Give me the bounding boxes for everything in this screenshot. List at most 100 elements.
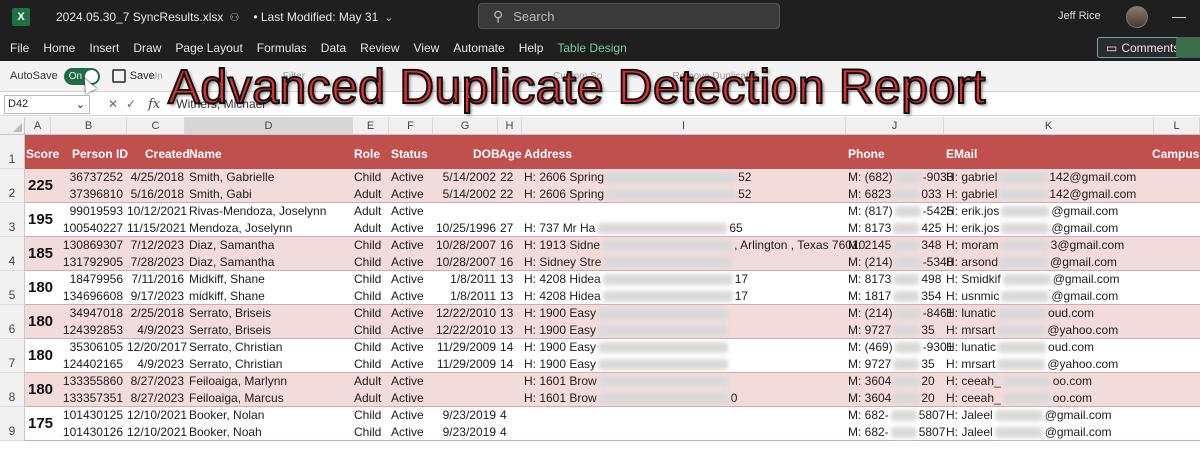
- search-input[interactable]: ⚲ Search: [478, 3, 780, 29]
- created-cell[interactable]: 7/12/2023: [127, 237, 184, 254]
- created-cell[interactable]: 10/12/2021: [127, 203, 187, 220]
- created-cell[interactable]: 5/16/2018: [127, 186, 184, 203]
- age-cell[interactable]: 14: [500, 339, 522, 356]
- score-cell[interactable]: 180: [28, 381, 53, 398]
- phone-cell[interactable]: M: 1817 354: [848, 288, 944, 305]
- column-header-b[interactable]: B: [51, 117, 127, 135]
- dob-cell[interactable]: 10/25/1996: [433, 220, 496, 237]
- address-cell[interactable]: H: 2606 Spring 52: [524, 186, 844, 203]
- chevron-down-icon[interactable]: ⌄: [384, 11, 393, 24]
- phone-cell[interactable]: M: (469) -9301: [848, 339, 953, 356]
- score-cell[interactable]: 185: [28, 245, 53, 262]
- age-cell[interactable]: 16: [500, 254, 522, 271]
- row-header-3[interactable]: 3: [0, 203, 25, 237]
- person-id-cell[interactable]: 34947018: [51, 305, 123, 322]
- menu-draw[interactable]: Draw: [133, 41, 161, 55]
- dob-cell[interactable]: 1/8/2011: [433, 271, 496, 288]
- dob-cell[interactable]: 9/23/2019: [433, 407, 496, 424]
- undo-button[interactable]: Un: [150, 71, 163, 82]
- name-cell[interactable]: Feiloaiga, Marlynn: [189, 373, 351, 390]
- column-header-j[interactable]: J: [846, 117, 944, 135]
- menu-data[interactable]: Data: [321, 41, 346, 55]
- menu-automate[interactable]: Automate: [453, 41, 504, 55]
- dob-cell[interactable]: 12/22/2010: [433, 305, 496, 322]
- address-cell[interactable]: H: 1900 Easy: [524, 305, 844, 322]
- role-cell[interactable]: Adult: [354, 390, 388, 407]
- email-cell[interactable]: H: gabriel 142@gmail.com: [946, 186, 1152, 203]
- address-cell[interactable]: H: Sidney Stre: [524, 254, 844, 271]
- row-header-9[interactable]: 9: [0, 407, 25, 441]
- name-cell[interactable]: Midkiff, Shane: [189, 271, 351, 288]
- role-cell[interactable]: Child: [354, 305, 388, 322]
- share-button[interactable]: [1176, 37, 1200, 58]
- score-cell[interactable]: 180: [28, 347, 53, 364]
- role-cell[interactable]: Adult: [354, 186, 388, 203]
- role-cell[interactable]: Child: [354, 169, 388, 186]
- created-cell[interactable]: 12/20/2017: [127, 339, 187, 356]
- role-cell[interactable]: Child: [354, 356, 388, 373]
- column-header-e[interactable]: E: [353, 117, 389, 135]
- created-cell[interactable]: 11/15/2021: [127, 220, 186, 237]
- phone-cell[interactable]: M: (214) -5348: [848, 254, 953, 271]
- status-cell[interactable]: Active: [391, 407, 433, 424]
- dob-cell[interactable]: 9/23/2019: [433, 424, 496, 441]
- email-cell[interactable]: H: Jaleel @gmail.com: [946, 424, 1152, 441]
- status-cell[interactable]: Active: [391, 254, 433, 271]
- phone-cell[interactable]: M: 8173 498: [848, 271, 944, 288]
- name-cell[interactable]: midkiff, Shane: [189, 288, 351, 305]
- phone-cell[interactable]: M: (682) -9033: [848, 169, 953, 186]
- created-cell[interactable]: 4/9/2023: [127, 322, 184, 339]
- email-cell[interactable]: H: Smidkif @gmail.com: [946, 271, 1152, 288]
- avatar[interactable]: [1126, 6, 1148, 28]
- header-status[interactable]: Status: [391, 147, 428, 161]
- role-cell[interactable]: Adult: [354, 220, 388, 237]
- status-cell[interactable]: Active: [391, 424, 433, 441]
- created-cell[interactable]: 12/10/2021: [127, 424, 187, 441]
- name-cell[interactable]: Smith, Gabi: [189, 186, 351, 203]
- name-cell[interactable]: Serrato, Briseis: [189, 322, 351, 339]
- email-cell[interactable]: H: ceeah_ oo.com: [946, 373, 1152, 390]
- header-email[interactable]: EMail: [946, 147, 977, 161]
- row-header-7[interactable]: 7: [0, 339, 25, 373]
- name-cell[interactable]: Mendoza, Joselynn: [189, 220, 351, 237]
- header-role[interactable]: Role: [354, 147, 380, 161]
- row-header-1[interactable]: 1: [0, 135, 25, 169]
- person-id-cell[interactable]: 100540227: [51, 220, 123, 237]
- dob-cell[interactable]: 10/28/2007: [433, 254, 496, 271]
- address-cell[interactable]: H: 737 Mr Ha 65: [524, 220, 844, 237]
- created-cell[interactable]: 7/11/2016: [127, 271, 185, 288]
- column-header-k[interactable]: K: [944, 117, 1154, 135]
- header-created[interactable]: Created: [145, 147, 190, 161]
- status-cell[interactable]: Active: [391, 305, 433, 322]
- age-cell[interactable]: 27: [500, 220, 522, 237]
- role-cell[interactable]: Child: [354, 254, 388, 271]
- menu-review[interactable]: Review: [360, 41, 399, 55]
- phone-cell[interactable]: M: 3604 20: [848, 390, 944, 407]
- menu-file[interactable]: File: [10, 41, 29, 55]
- person-id-cell[interactable]: 101430125: [51, 407, 123, 424]
- score-cell[interactable]: 180: [28, 313, 53, 330]
- status-cell[interactable]: Active: [391, 186, 433, 203]
- person-id-cell[interactable]: 35306105: [51, 339, 123, 356]
- minimize-icon[interactable]: —: [1172, 8, 1186, 24]
- menu-home[interactable]: Home: [43, 41, 75, 55]
- row-header-8[interactable]: 8: [0, 373, 25, 407]
- status-cell[interactable]: Active: [391, 169, 433, 186]
- phone-cell[interactable]: M: (817) -5425: [848, 203, 953, 220]
- menu-insert[interactable]: Insert: [89, 41, 119, 55]
- column-header-i[interactable]: I: [522, 117, 846, 135]
- phone-cell[interactable]: M: 9727 35: [848, 322, 944, 339]
- created-cell[interactable]: 8/27/2023: [127, 373, 184, 390]
- score-cell[interactable]: 175: [28, 415, 53, 432]
- phone-cell[interactable]: M: 682- 5807: [848, 424, 945, 441]
- comments-button[interactable]: ▭ Comments: [1097, 37, 1189, 58]
- menu-table-design[interactable]: Table Design: [557, 41, 626, 55]
- age-cell[interactable]: 4: [500, 424, 522, 441]
- role-cell[interactable]: Child: [354, 339, 388, 356]
- column-header-g[interactable]: G: [433, 117, 498, 135]
- cancel-confirm-icons[interactable]: ✕✓: [108, 97, 144, 111]
- created-cell[interactable]: 2/25/2018: [127, 305, 184, 322]
- excel-icon[interactable]: X: [12, 8, 30, 26]
- age-cell[interactable]: 13: [500, 305, 522, 322]
- role-cell[interactable]: Adult: [354, 203, 388, 220]
